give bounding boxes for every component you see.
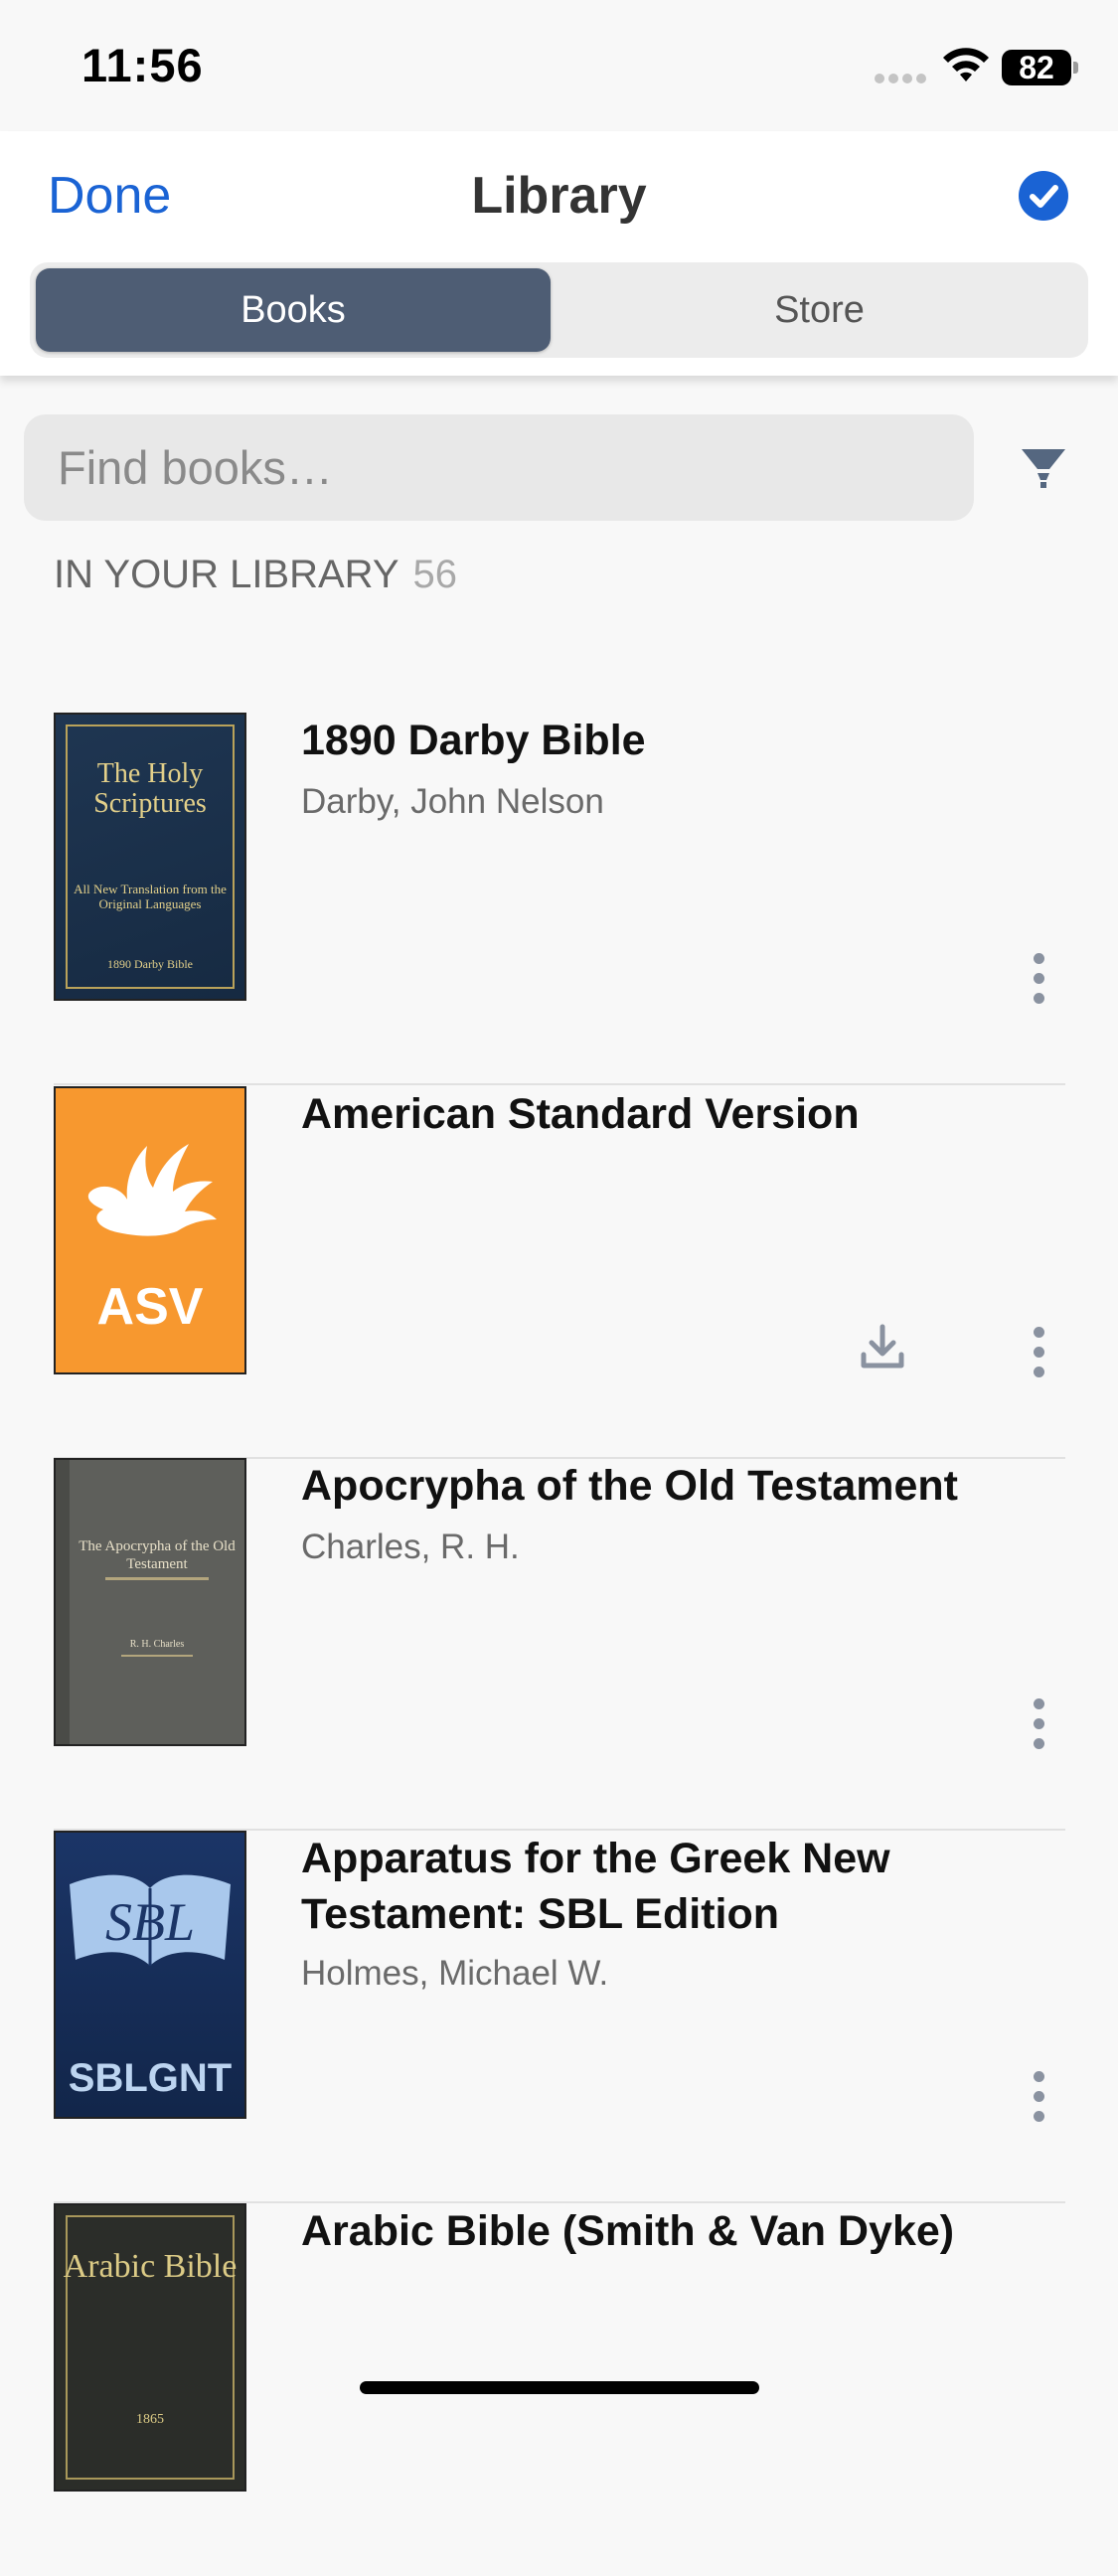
book-cover: ASV [54, 1086, 246, 1374]
more-options-button[interactable] [1024, 2071, 1053, 2135]
status-bar: 11:56 82 [0, 0, 1118, 131]
library-count: 56 [412, 553, 458, 596]
book-list-item[interactable]: The Apocrypha of the Old Testament R. H.… [0, 1458, 1118, 1831]
book-title: Apocrypha of the Old Testament [301, 1462, 958, 1510]
battery-cap [1073, 62, 1078, 74]
cover-title: Arabic Bible [63, 2248, 238, 2285]
book-author: Holmes, Michael W. [301, 1954, 609, 1993]
cover-logo: SBL [105, 1892, 195, 1952]
home-indicator [360, 2381, 759, 2394]
section-header: IN YOUR LIBRARY 56 [54, 553, 457, 597]
nav-header: Library Done Books Store [0, 131, 1118, 376]
book-list-item[interactable]: ASV American Standard Version [0, 1086, 1118, 1459]
status-time: 11:56 [81, 39, 204, 91]
more-options-button[interactable] [1024, 953, 1053, 1017]
filter-icon[interactable] [1020, 447, 1067, 491]
book-title: Arabic Bible (Smith & Van Dyke) [301, 2207, 955, 2255]
cover-title: ASV [96, 1278, 204, 1336]
download-icon[interactable] [859, 1323, 906, 1370]
more-options-button[interactable] [1024, 1327, 1053, 1390]
book-cover: The Apocrypha of the Old Testament R. H.… [54, 1458, 246, 1746]
cover-footer: 1890 Darby Bible [107, 957, 193, 971]
book-author: Darby, John Nelson [301, 782, 604, 821]
tab-books[interactable]: Books [36, 268, 551, 352]
cover-title: SBLGNT [68, 2056, 233, 2100]
search-input[interactable]: Find books… [24, 414, 974, 521]
more-options-button[interactable] [1024, 1698, 1053, 1762]
cover-rule [105, 1577, 209, 1580]
book-cover: SBL SBLGNT [54, 1831, 246, 2119]
book-author: Charles, R. H. [301, 1528, 520, 1566]
cover-footer: 1865 [136, 2412, 164, 2427]
book-title: American Standard Version [301, 1090, 860, 1138]
cover-title: The Holy Scriptures [93, 758, 207, 819]
battery-icon: 82 [1002, 50, 1071, 85]
wifi-icon [943, 48, 989, 81]
open-book-logo-icon: SBL [70, 1874, 231, 1966]
cover-footer: R. H. Charles [129, 1639, 185, 1650]
done-button[interactable]: Done [48, 166, 171, 226]
select-checkmark-button[interactable] [1019, 171, 1068, 221]
book-list-item[interactable]: The Holy Scriptures All New Translation … [0, 713, 1118, 1085]
divider [54, 1083, 1065, 1085]
cellular-signal-icon [875, 74, 928, 83]
book-cover: Arabic Bible 1865 [54, 2203, 246, 2492]
cover-subtitle: All New Translation from the Original La… [74, 882, 227, 911]
book-title: Apparatus for the Greek New Testament: S… [301, 1835, 890, 1938]
cover-spine [56, 1460, 70, 1744]
tab-store[interactable]: Store [557, 268, 1082, 352]
section-label: IN YOUR LIBRARY [54, 553, 399, 596]
cover-title: The Apocrypha of the Old Testament [79, 1538, 236, 1572]
flame-logo-icon [87, 1144, 217, 1236]
book-cover: The Holy Scriptures All New Translation … [54, 713, 246, 1001]
book-title: 1890 Darby Bible [301, 717, 646, 764]
book-list-item[interactable]: SBL SBLGNT Apparatus for the Greek New T… [0, 1831, 1118, 2203]
library-segmented-control: Books Store [30, 262, 1088, 358]
cover-rule [121, 1655, 193, 1657]
checkmark-icon [1030, 185, 1058, 208]
